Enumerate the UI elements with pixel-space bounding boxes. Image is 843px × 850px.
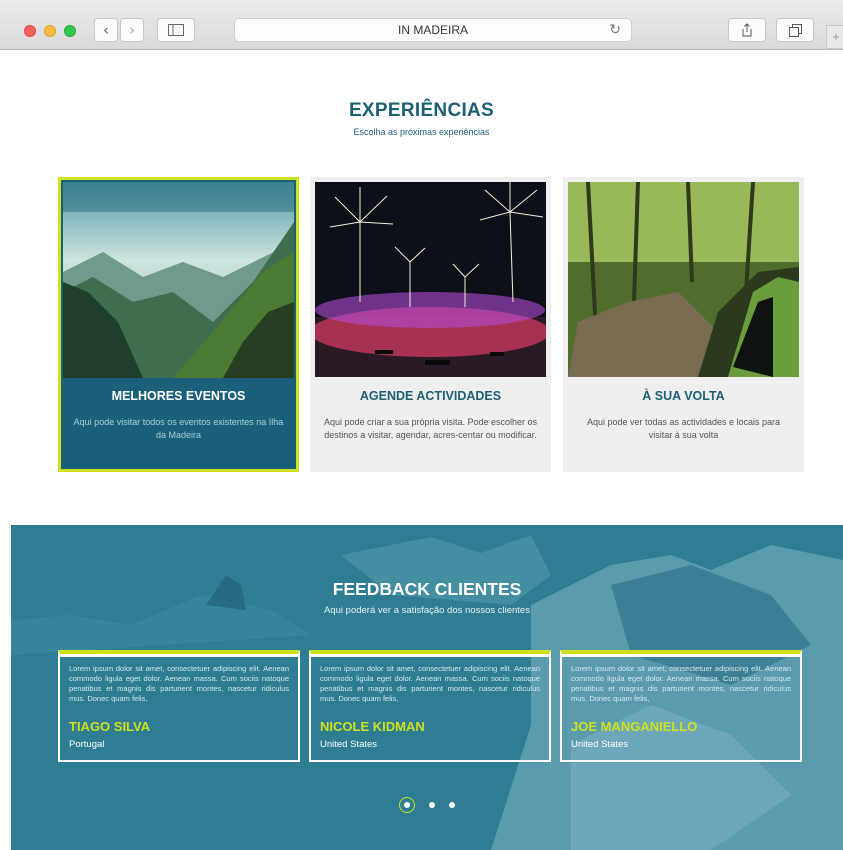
card-title: MELHORES EVENTOS xyxy=(111,389,246,403)
sidebar-icon xyxy=(168,24,184,36)
sidebar-button[interactable] xyxy=(157,18,195,42)
pager-dot-1[interactable] xyxy=(399,797,415,813)
card-description: Aqui pode ver todas as actividades e loc… xyxy=(586,417,781,440)
card-title: AGENDE ACTIVIDADES xyxy=(359,389,502,403)
testimonial-country: Portugal xyxy=(69,739,105,750)
testimonial-pager xyxy=(11,797,843,813)
tabs-icon xyxy=(788,23,802,37)
share-button[interactable] xyxy=(728,18,766,42)
pager-dot-3[interactable] xyxy=(449,802,455,808)
card-description: Aqui pode criar a sua própria visita. Po… xyxy=(323,417,538,440)
testimonial-country: United States xyxy=(320,739,378,750)
tabs-button[interactable] xyxy=(776,18,814,42)
card-a-sua-volta[interactable]: À SUA VOLTA Aqui pode ver todas as activ… xyxy=(563,177,804,472)
mountain-valley-image xyxy=(63,182,294,378)
card-title: À SUA VOLTA xyxy=(642,389,725,403)
forest-levada-image xyxy=(568,182,799,377)
testimonial-text: Lorem ipsum dolor sit amet, consectetuer… xyxy=(320,664,540,703)
minimize-window-button[interactable] xyxy=(44,25,56,37)
feedback-title: FEEDBACK CLIENTES xyxy=(332,579,522,599)
chevron-right-icon: › xyxy=(129,21,135,39)
forward-button[interactable]: › xyxy=(120,18,144,42)
testimonial-country: United States xyxy=(571,739,629,750)
testimonial-name: TIAGO SILVA xyxy=(69,719,151,734)
feedback-subtitle: Aqui poderá ver a satisfação dos nossos … xyxy=(324,605,530,616)
fireworks-image xyxy=(315,182,546,377)
testimonial-card: Lorem ipsum dolor sit amet, consectetuer… xyxy=(560,650,802,762)
testimonial-card: Lorem ipsum dolor sit amet, consectetuer… xyxy=(309,650,551,762)
section-subtitle: Escolha as próximas experiências xyxy=(353,127,490,137)
chevron-left-icon: ‹ xyxy=(103,21,109,39)
share-icon xyxy=(742,23,752,37)
section-title: EXPERIÊNCIAS xyxy=(348,100,495,121)
testimonial-name: NICOLE KIDMAN xyxy=(320,719,425,734)
zoom-window-button[interactable] xyxy=(64,25,76,37)
testimonial-name: JOE MANGANIELLO xyxy=(571,719,698,734)
testimonial-card: Lorem ipsum dolor sit amet, consectetuer… xyxy=(58,650,300,762)
card-description: Aqui pode visitar todos os eventos exist… xyxy=(73,417,284,440)
pager-dot-2[interactable] xyxy=(429,802,435,808)
address-text: IN MADEIRA xyxy=(397,23,468,37)
new-tab-button[interactable]: + xyxy=(826,25,843,49)
reload-icon[interactable]: ↻ xyxy=(609,22,621,38)
card-melhores-eventos[interactable]: MELHORES EVENTOS Aqui pode visitar todos… xyxy=(58,177,299,472)
card-agende-actividades[interactable]: AGENDE ACTIVIDADES Aqui pode criar a sua… xyxy=(310,177,551,472)
browser-toolbar: ‹ › IN MADEIRA ↻ + xyxy=(0,0,843,50)
close-window-button[interactable] xyxy=(24,25,36,37)
address-bar[interactable]: IN MADEIRA ↻ xyxy=(234,18,632,42)
testimonial-text: Lorem ipsum dolor sit amet, consectetuer… xyxy=(571,664,791,703)
back-button[interactable]: ‹ xyxy=(94,18,118,42)
testimonial-text: Lorem ipsum dolor sit amet, consectetuer… xyxy=(69,664,289,703)
feedback-section: FEEDBACK CLIENTES Aqui poderá ver a sati… xyxy=(11,525,843,850)
